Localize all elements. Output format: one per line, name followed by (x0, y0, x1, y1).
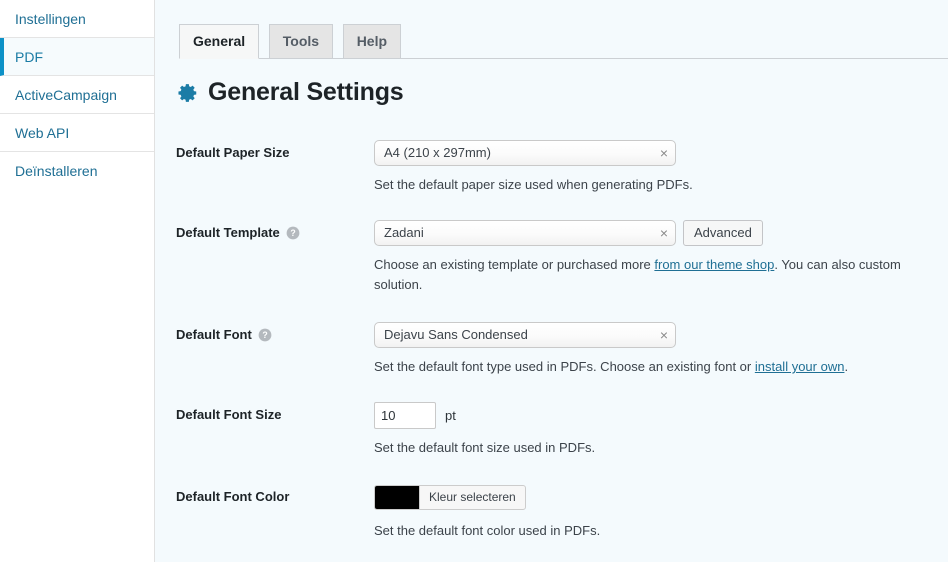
font-color-description: Set the default font color used in PDFs. (374, 523, 601, 538)
sidebar-item-label: Instellingen (15, 11, 86, 27)
field-default-template: Zadani × Advanced Choose an existing tem… (374, 220, 948, 295)
row-default-template: Default Template ? Zadani × Advanced Cho… (156, 220, 948, 322)
gear-icon (178, 83, 197, 102)
font-select[interactable]: Dejavu Sans Condensed × (374, 322, 676, 348)
row-default-paper-size: Default Paper Size A4 (210 x 297mm) × Se… (156, 140, 948, 220)
tab-tools[interactable]: Tools (268, 24, 334, 58)
row-default-font-size: Default Font Size pt Set the default fon… (156, 402, 948, 485)
field-default-paper-size: A4 (210 x 297mm) × Set the default paper… (374, 140, 948, 195)
advanced-button[interactable]: Advanced (683, 220, 763, 246)
font-size-description: Set the default font size used in PDFs. (374, 440, 596, 455)
label-default-template: Default Template ? (156, 220, 374, 246)
paper-size-select[interactable]: A4 (210 x 297mm) × (374, 140, 676, 166)
sidebar-item-pdf[interactable]: PDF (0, 38, 154, 76)
template-description: Choose an existing template or purchased… (374, 255, 922, 295)
tab-general[interactable]: General (179, 24, 260, 59)
font-value: Dejavu Sans Condensed (384, 327, 528, 342)
field-default-font-color: Kleur selecteren Set the default font co… (374, 485, 948, 541)
page-title: General Settings (208, 78, 404, 106)
template-value: Zadani (384, 225, 424, 240)
template-select[interactable]: Zadani × (374, 220, 676, 246)
field-default-font: Dejavu Sans Condensed × Set the default … (374, 322, 948, 377)
label-default-paper-size: Default Paper Size (156, 140, 374, 166)
clear-icon[interactable]: × (660, 141, 668, 165)
label-default-font-color: Default Font Color (156, 485, 374, 510)
paper-size-value: A4 (210 x 297mm) (384, 145, 491, 160)
sidebar-item-label: ActiveCampaign (15, 87, 117, 103)
help-icon[interactable]: ? (286, 226, 300, 240)
settings-page: Instellingen PDF ActiveCampaign Web API … (0, 0, 948, 562)
settings-tab-bar: General Tools Help (179, 24, 948, 59)
paper-size-description: Set the default paper size used when gen… (374, 177, 693, 192)
settings-form: Default Paper Size A4 (210 x 297mm) × Se… (156, 140, 948, 555)
desc-text-before: Set the default font type used in PDFs. … (374, 359, 755, 374)
label-text: Default Paper Size (176, 144, 290, 160)
label-default-font-size: Default Font Size (156, 402, 374, 429)
sidebar-item-activecampaign[interactable]: ActiveCampaign (0, 76, 154, 114)
install-font-link[interactable]: install your own (755, 359, 845, 374)
clear-icon[interactable]: × (660, 323, 668, 347)
desc-text-after: . You can also (774, 257, 859, 272)
label-default-font: Default Font ? (156, 322, 374, 348)
color-picker-label: Kleur selecteren (429, 490, 516, 504)
font-description: Set the default font type used in PDFs. … (374, 357, 934, 377)
font-size-input[interactable] (374, 402, 436, 429)
row-default-font-color: Default Font Color Kleur selecteren Set … (156, 485, 948, 555)
sidebar-item-instellingen[interactable]: Instellingen (0, 0, 154, 38)
sidebar-item-web-api[interactable]: Web API (0, 114, 154, 152)
label-text: Default Font Color (176, 489, 290, 505)
sidebar-item-label: Web API (15, 125, 70, 141)
color-picker-button[interactable]: Kleur selecteren (374, 485, 526, 510)
page-header: General Settings (177, 78, 404, 106)
help-icon[interactable]: ? (258, 328, 272, 342)
sidebar-item-label: PDF (15, 49, 43, 65)
label-text: Default Font Size (176, 407, 282, 423)
main-content: General Tools Help General Settings Defa… (156, 0, 948, 562)
sidebar-item-deinstalleren[interactable]: Deïnstalleren (0, 152, 154, 190)
tab-help[interactable]: Help (342, 24, 402, 58)
theme-shop-link[interactable]: from our theme shop (654, 257, 774, 272)
admin-sidebar: Instellingen PDF ActiveCampaign Web API … (0, 0, 155, 562)
clear-icon[interactable]: × (660, 221, 668, 245)
svg-text:?: ? (290, 228, 295, 238)
sidebar-item-label: Deïnstalleren (15, 163, 98, 179)
row-default-font: Default Font ? Dejavu Sans Condensed × S… (156, 322, 948, 402)
svg-text:?: ? (262, 330, 267, 340)
field-default-font-size: pt Set the default font size used in PDF… (374, 402, 948, 458)
color-swatch (375, 486, 420, 509)
font-size-unit: pt (445, 408, 456, 423)
label-text: Default Template (176, 224, 280, 240)
label-text: Default Font (176, 326, 252, 342)
desc-text-after: . (844, 359, 849, 374)
desc-text-before: Choose an existing template or purchased… (374, 257, 655, 272)
